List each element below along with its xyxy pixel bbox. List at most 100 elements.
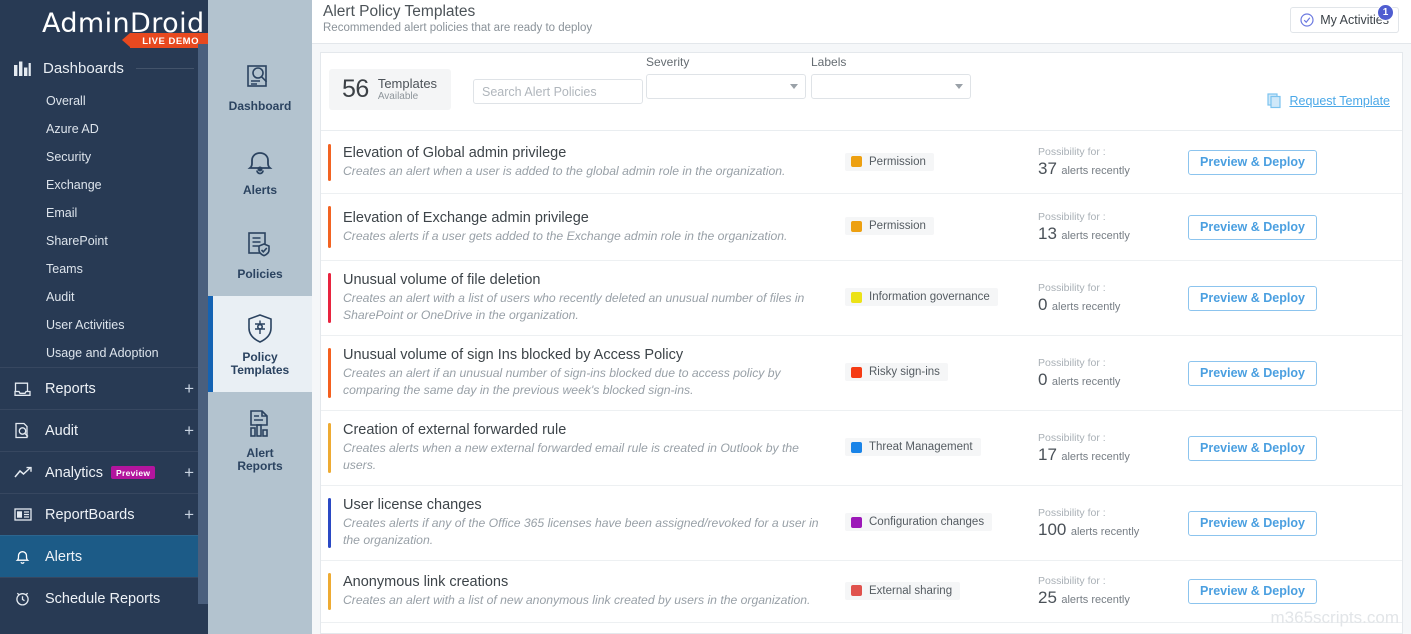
- possibility-unit: alerts recently: [1051, 375, 1121, 388]
- row-title: Elevation of Global admin privilege: [343, 145, 567, 161]
- sidebar-item-email[interactable]: Email: [0, 199, 208, 227]
- secnav-alert-reports-label: Alert Reports: [237, 446, 283, 473]
- table-row[interactable]: Unusual volume of sign Ins blocked by Ac…: [321, 336, 1402, 411]
- templates-list: Elevation of Global admin privilege Crea…: [321, 132, 1402, 633]
- sidebar-item-analytics[interactable]: Analytics Preview +: [0, 451, 208, 493]
- request-template-link[interactable]: Request Template: [1267, 93, 1390, 109]
- secnav-item-dashboard[interactable]: Dashboard: [208, 44, 312, 128]
- secnav-item-policies[interactable]: Policies: [208, 212, 312, 296]
- sidebar-section-dashboards[interactable]: Dashboards: [0, 50, 208, 87]
- templates-count-label: Templates: [377, 75, 438, 91]
- sidebar-item-reportboards[interactable]: ReportBoards +: [0, 493, 208, 535]
- reports-icon: [14, 380, 36, 398]
- sidebar-item-exchange[interactable]: Exchange: [0, 171, 208, 199]
- preview-deploy-button[interactable]: Preview & Deploy: [1188, 579, 1317, 604]
- row-title: Creation of external forwarded rule: [343, 422, 567, 438]
- row-description: Creates alerts if a user gets added to t…: [343, 228, 788, 243]
- expand-plus-icon[interactable]: +: [184, 506, 194, 523]
- sidebar-scrollbar[interactable]: [198, 44, 208, 604]
- sidebar-alerts-label: Alerts: [45, 548, 83, 565]
- table-row[interactable]: Elevation of Global admin privilege Crea…: [321, 132, 1402, 194]
- row-accent-bar: [328, 498, 331, 548]
- severity-select[interactable]: [646, 74, 806, 99]
- row-possibility: Possibility for : 37 alerts recently: [1038, 146, 1188, 179]
- bell-icon: [14, 548, 36, 566]
- templates-count-box: 56 Templates Available: [329, 69, 452, 110]
- secnav-item-alerts[interactable]: Alerts: [208, 128, 312, 212]
- preview-deploy-button[interactable]: Preview & Deploy: [1188, 435, 1317, 461]
- chart-bars-icon: [14, 61, 34, 77]
- label-color-dot: [851, 585, 862, 597]
- possibility-prefix: Possibility for :: [1038, 210, 1106, 223]
- my-activities-button[interactable]: My Activities 1: [1290, 4, 1399, 33]
- table-row[interactable]: Creation of external forwarded rule Crea…: [321, 411, 1402, 486]
- row-label-cell: Permission: [823, 152, 1038, 173]
- page-subtitle: Recommended alert policies that are read…: [323, 22, 593, 34]
- sidebar-item-security[interactable]: Security: [0, 143, 208, 171]
- label-color-dot: [851, 441, 862, 453]
- row-title: Anonymous link creations: [343, 574, 509, 590]
- sidebar-item-teams[interactable]: Teams: [0, 255, 208, 283]
- possibility-unit: alerts recently: [1051, 300, 1121, 313]
- row-info: Creation of external forwarded rule Crea…: [333, 422, 823, 474]
- sidebar-item-audit[interactable]: Audit +: [0, 409, 208, 451]
- preview-deploy-button[interactable]: Preview & Deploy: [1188, 510, 1317, 536]
- table-row[interactable]: Elevation of Exchange admin privilege Cr…: [321, 194, 1402, 261]
- row-description: Creates an alert when a user is added to…: [343, 164, 786, 178]
- preview-deploy-button[interactable]: Preview & Deploy: [1188, 360, 1317, 386]
- secnav-alerts-label: Alerts: [242, 182, 277, 197]
- expand-plus-icon[interactable]: +: [184, 464, 194, 481]
- row-accent-bar: [328, 206, 331, 248]
- request-template-label: Request Template: [1289, 94, 1390, 108]
- expand-plus-icon[interactable]: +: [184, 422, 194, 439]
- expand-plus-icon[interactable]: +: [184, 380, 194, 397]
- table-row[interactable]: User license changes Creates alerts if a…: [321, 486, 1402, 561]
- table-row[interactable]: Anonymous link creations Creates an aler…: [321, 561, 1402, 623]
- sidebar-item-sharepoint[interactable]: SharePoint: [0, 227, 208, 255]
- sidebar-item-usage-adoption[interactable]: Usage and Adoption: [0, 339, 208, 367]
- row-description: Creates alerts if any of the Office 365 …: [343, 516, 819, 547]
- possibility-prefix: Possibility for :: [1038, 281, 1106, 294]
- sidebar-item-reports[interactable]: Reports +: [0, 367, 208, 409]
- preview-deploy-button[interactable]: Preview & Deploy: [1188, 150, 1317, 175]
- row-accent-bar: [328, 144, 331, 181]
- secnav-item-policy-templates[interactable]: Policy Templates: [208, 296, 312, 392]
- analytics-icon: [14, 464, 36, 482]
- row-info: Unusual volume of file deletion Creates …: [333, 272, 823, 324]
- search-input[interactable]: [473, 79, 643, 104]
- table-row[interactable]: Unusual volume of file deletion Creates …: [321, 261, 1402, 336]
- row-action-cell: Preview & Deploy: [1188, 214, 1392, 240]
- sidebar-item-schedule-reports[interactable]: Schedule Reports: [0, 577, 208, 619]
- sidebar-item-user-activities[interactable]: User Activities: [0, 311, 208, 339]
- label-text: Information governance: [869, 291, 990, 304]
- row-accent-bar: [328, 423, 331, 473]
- sidebar-item-audit-dash[interactable]: Audit: [0, 283, 208, 311]
- label-color-dot: [851, 291, 862, 303]
- label-color-dot: [851, 516, 862, 528]
- sidebar-item-azure-ad[interactable]: Azure AD: [0, 115, 208, 143]
- row-label-cell: Information governance: [823, 288, 1038, 308]
- policy-templates-icon: [246, 311, 274, 345]
- sidebar-logo-area[interactable]: AdminDroid LIVE DEMO: [0, 0, 208, 50]
- severity-filter: Severity: [646, 55, 806, 99]
- label-text: Risky sign-ins: [869, 366, 940, 379]
- status-badge: Permission: [845, 152, 934, 171]
- labels-select[interactable]: [811, 74, 971, 99]
- possibility-prefix: Possibility for :: [1038, 146, 1106, 158]
- label-text: Configuration changes: [869, 516, 985, 529]
- preview-deploy-button[interactable]: Preview & Deploy: [1188, 214, 1317, 240]
- possibility-count: 25: [1038, 588, 1057, 607]
- sidebar-item-overall[interactable]: Overall: [0, 87, 208, 115]
- possibility-count: 0: [1038, 294, 1048, 314]
- labels-label: Labels: [811, 55, 847, 69]
- row-accent-bar: [328, 273, 331, 323]
- row-info: Anonymous link creations Creates an aler…: [333, 574, 823, 609]
- row-label-cell: Threat Management: [823, 438, 1038, 458]
- sidebar-item-alerts[interactable]: Alerts: [0, 535, 208, 577]
- preview-deploy-button[interactable]: Preview & Deploy: [1188, 285, 1317, 311]
- label-text: Threat Management: [869, 441, 973, 454]
- status-badge: External sharing: [845, 581, 961, 600]
- possibility-unit: alerts recently: [1061, 165, 1130, 177]
- secnav-item-alert-reports[interactable]: Alert Reports: [208, 392, 312, 488]
- status-badge: Risky sign-ins: [845, 363, 948, 382]
